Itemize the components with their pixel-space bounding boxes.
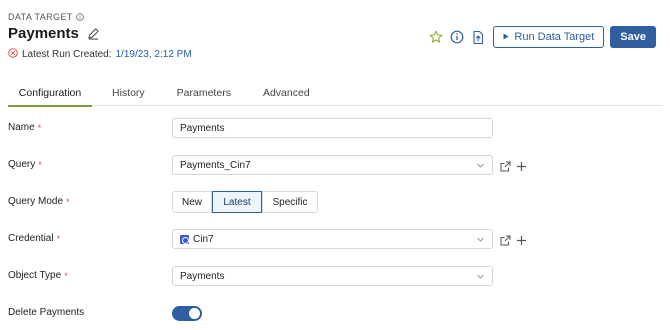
info-icon[interactable] — [449, 29, 465, 45]
required-marker: * — [56, 233, 61, 244]
page-title: Payments — [8, 25, 79, 42]
delete-payments-label: Delete Payments — [8, 307, 84, 318]
required-marker: * — [37, 122, 42, 133]
object-type-label-text: Object Type — [8, 270, 62, 281]
required-marker: * — [64, 270, 68, 281]
required-marker: * — [38, 159, 42, 170]
edit-icon[interactable] — [87, 27, 100, 40]
external-link-icon[interactable] — [500, 159, 511, 177]
chevron-down-icon — [476, 272, 485, 281]
object-type-select[interactable]: Payments — [172, 266, 493, 286]
run-data-target-label: Run Data Target — [514, 31, 595, 43]
error-icon — [8, 48, 18, 61]
name-label-text: Name — [8, 122, 35, 133]
credential-select-value: Cin7 — [193, 233, 214, 245]
star-icon[interactable] — [428, 29, 444, 45]
export-icon[interactable] — [470, 29, 486, 45]
chevron-down-icon — [476, 161, 485, 170]
page-type-label: DATA TARGET — [8, 12, 192, 22]
play-icon — [503, 31, 509, 43]
external-link-icon[interactable] — [500, 233, 511, 251]
delete-payments-toggle[interactable] — [172, 306, 202, 321]
query-mode-new[interactable]: New — [172, 191, 212, 213]
query-select[interactable]: Payments_Cin7 — [172, 155, 493, 175]
plus-icon[interactable] — [516, 233, 527, 251]
tab-bar: Configuration History Parameters Advance… — [8, 80, 662, 107]
delete-payments-label-text: Delete Payments — [8, 307, 85, 318]
latest-run-value: 1/19/23, 2:12 PM — [115, 49, 192, 60]
name-label: Name * — [8, 122, 41, 133]
header-actions: Run Data Target Save — [428, 26, 656, 48]
tab-configuration[interactable]: Configuration — [8, 80, 92, 107]
credential-select-content: Cin7 — [180, 234, 214, 245]
tab-parameters[interactable]: Parameters — [167, 80, 241, 106]
credential-actions — [500, 233, 527, 251]
save-button[interactable]: Save — [610, 26, 656, 48]
latest-run-label: Latest Run Created: — [22, 49, 112, 60]
info-icon[interactable] — [75, 13, 84, 21]
query-mode-label: Query Mode * — [8, 196, 70, 207]
page-header: DATA TARGET Payments Latest Run Created:… — [8, 12, 192, 61]
required-marker: * — [66, 196, 70, 207]
query-mode-latest[interactable]: Latest — [212, 191, 262, 213]
credential-icon — [180, 234, 189, 244]
query-select-value: Payments_Cin7 — [180, 159, 251, 171]
query-mode-label-text: Query Mode — [8, 196, 64, 207]
query-mode-segmented-control: New Latest Specific — [172, 191, 318, 213]
chevron-down-icon — [476, 235, 485, 244]
tab-history[interactable]: History — [102, 80, 155, 106]
credential-select[interactable]: Cin7 — [172, 229, 493, 249]
latest-run-status: Latest Run Created: 1/19/23, 2:12 PM — [8, 48, 192, 61]
toggle-knob — [189, 308, 200, 319]
query-label: Query * — [8, 159, 42, 170]
object-type-select-value: Payments — [180, 270, 225, 282]
query-mode-specific[interactable]: Specific — [262, 191, 318, 213]
run-data-target-button[interactable]: Run Data Target — [493, 26, 605, 48]
credential-label-text: Credential — [8, 233, 54, 244]
query-actions — [500, 159, 527, 177]
object-type-label: Object Type * — [8, 270, 68, 281]
tab-advanced[interactable]: Advanced — [253, 80, 320, 106]
page-type-text: DATA TARGET — [8, 12, 73, 22]
plus-icon[interactable] — [516, 159, 527, 177]
name-field-value: Payments — [180, 122, 225, 134]
credential-label: Credential * — [8, 233, 60, 244]
query-label-text: Query — [8, 159, 36, 170]
name-field[interactable]: Payments — [172, 118, 493, 138]
